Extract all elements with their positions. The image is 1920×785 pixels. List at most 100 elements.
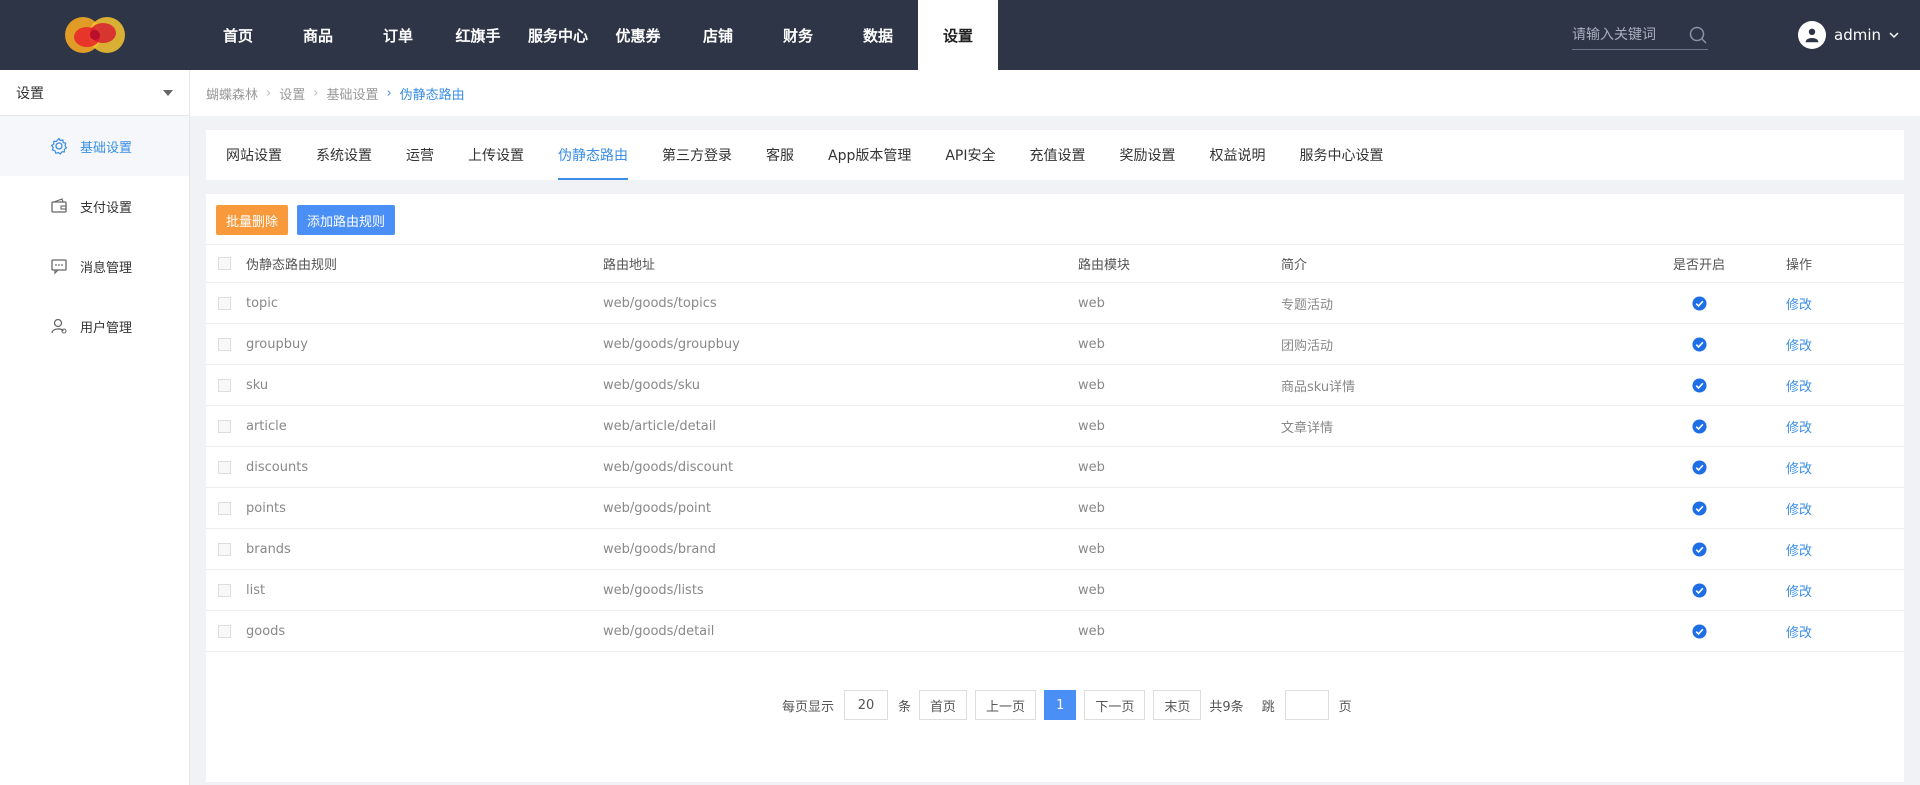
breadcrumb: 蝴蝶森林 › 设置 › 基础设置 › 伪静态路由 xyxy=(190,70,1920,116)
nav-item-4[interactable]: 服务中心 xyxy=(518,0,598,70)
check-circle-icon[interactable] xyxy=(1691,336,1707,352)
check-circle-icon[interactable] xyxy=(1691,582,1707,598)
row-checkbox[interactable] xyxy=(218,378,231,392)
chevron-down-icon xyxy=(1889,32,1899,39)
cell-rule: goods xyxy=(246,623,286,639)
tab-10[interactable]: 奖励设置 xyxy=(1120,130,1176,180)
cell-address: web/goods/lists xyxy=(603,582,704,598)
edit-link[interactable]: 修改 xyxy=(1786,585,1812,600)
logo[interactable] xyxy=(0,0,190,70)
row-checkbox[interactable] xyxy=(218,624,231,638)
row-checkbox[interactable] xyxy=(218,542,231,556)
cell-module: web xyxy=(1078,418,1105,434)
tab-1[interactable]: 系统设置 xyxy=(316,130,372,180)
cell-description xyxy=(1281,488,1634,529)
nav-item-9[interactable]: 设置 xyxy=(918,0,998,70)
check-circle-icon[interactable] xyxy=(1691,377,1707,393)
tab-4[interactable]: 伪静态路由 xyxy=(558,130,628,180)
nav-item-2[interactable]: 订单 xyxy=(358,0,438,70)
cell-enabled xyxy=(1634,488,1764,529)
sidebar-item-1[interactable]: 支付设置 xyxy=(0,176,189,236)
sidebar-select[interactable]: 设置 xyxy=(0,70,189,116)
message-icon xyxy=(51,259,67,275)
breadcrumb-item-2[interactable]: 基础设置 xyxy=(326,84,378,103)
sidebar-item-3[interactable]: 用户管理 xyxy=(0,296,189,356)
tab-8[interactable]: API安全 xyxy=(945,130,995,180)
edit-link[interactable]: 修改 xyxy=(1786,462,1812,477)
row-checkbox[interactable] xyxy=(218,460,231,474)
nav-item-0[interactable]: 首页 xyxy=(198,0,278,70)
check-circle-icon[interactable] xyxy=(1691,295,1707,311)
tab-0[interactable]: 网站设置 xyxy=(226,130,282,180)
tab-11[interactable]: 权益说明 xyxy=(1210,130,1266,180)
last-page-button[interactable]: 末页 xyxy=(1153,690,1202,720)
current-page-button[interactable]: 1 xyxy=(1044,690,1077,720)
check-circle-icon[interactable] xyxy=(1691,459,1707,475)
next-page-button[interactable]: 下一页 xyxy=(1084,690,1146,720)
table-row: list web/goods/lists web 修改 xyxy=(206,570,1904,611)
header-rule: 伪静态路由规则 xyxy=(246,258,338,273)
row-checkbox[interactable] xyxy=(218,419,231,433)
row-checkbox[interactable] xyxy=(218,583,231,597)
tab-12[interactable]: 服务中心设置 xyxy=(1300,130,1384,180)
nav-item-1[interactable]: 商品 xyxy=(278,0,358,70)
cell-rule: sku xyxy=(246,377,269,393)
gear-icon xyxy=(50,137,68,155)
check-circle-icon[interactable] xyxy=(1691,418,1707,434)
header-description: 简介 xyxy=(1281,258,1308,273)
tab-7[interactable]: App版本管理 xyxy=(828,130,911,180)
search-icon[interactable] xyxy=(1688,25,1708,45)
caret-down-icon xyxy=(163,89,173,96)
search-input[interactable] xyxy=(1572,26,1682,43)
edit-link[interactable]: 修改 xyxy=(1786,544,1812,559)
nav-item-5[interactable]: 优惠券 xyxy=(598,0,678,70)
tab-2[interactable]: 运营 xyxy=(406,130,434,180)
check-circle-icon[interactable] xyxy=(1691,500,1707,516)
batch-delete-button[interactable]: 批量删除 xyxy=(216,205,289,235)
first-page-button[interactable]: 首页 xyxy=(919,690,968,720)
edit-link[interactable]: 修改 xyxy=(1786,298,1812,313)
per-page-unit: 条 xyxy=(898,699,912,715)
edit-link[interactable]: 修改 xyxy=(1786,339,1812,354)
prev-page-button[interactable]: 上一页 xyxy=(975,690,1037,720)
user-menu[interactable]: admin xyxy=(1798,20,1899,50)
tab-6[interactable]: 客服 xyxy=(766,130,794,180)
breadcrumb-item-0[interactable]: 蝴蝶森林 xyxy=(206,84,258,103)
edit-link[interactable]: 修改 xyxy=(1786,380,1812,395)
sidebar-item-2[interactable]: 消息管理 xyxy=(0,236,189,296)
table-row: groupbuy web/goods/groupbuy web 团购活动 修改 xyxy=(206,324,1904,365)
cell-module: web xyxy=(1078,377,1105,393)
cell-address: web/goods/topics xyxy=(603,295,717,311)
header-address: 路由地址 xyxy=(603,258,656,273)
select-all-checkbox[interactable] xyxy=(218,257,231,270)
breadcrumb-item-1[interactable]: 设置 xyxy=(279,84,305,103)
nav-item-6[interactable]: 店铺 xyxy=(678,0,758,70)
nav-item-7[interactable]: 财务 xyxy=(758,0,838,70)
nav-item-8[interactable]: 数据 xyxy=(838,0,918,70)
per-page-input[interactable] xyxy=(844,690,889,720)
table-row: brands web/goods/brand web 修改 xyxy=(206,529,1904,570)
check-circle-icon[interactable] xyxy=(1691,541,1707,557)
row-checkbox[interactable] xyxy=(218,501,231,515)
add-route-rule-button[interactable]: 添加路由规则 xyxy=(297,205,396,235)
tab-3[interactable]: 上传设置 xyxy=(468,130,524,180)
content-card: 批量删除 添加路由规则 伪静态路由规则 路由地址 路由模块 简介 是否开启 操作… xyxy=(206,194,1904,782)
nav-item-3[interactable]: 红旗手 xyxy=(438,0,518,70)
edit-link[interactable]: 修改 xyxy=(1786,421,1812,436)
sidebar-item-0[interactable]: 基础设置 xyxy=(0,116,189,176)
route-rules-table: 伪静态路由规则 路由地址 路由模块 简介 是否开启 操作 topic web/go… xyxy=(206,244,1904,652)
row-checkbox[interactable] xyxy=(218,337,231,351)
cell-description xyxy=(1281,611,1634,652)
sidebar: 设置 基础设置 支付设置 消息管理 用户管理 xyxy=(0,70,190,785)
edit-link[interactable]: 修改 xyxy=(1786,503,1812,518)
jump-page-input[interactable] xyxy=(1284,690,1329,720)
row-checkbox[interactable] xyxy=(218,296,231,310)
cell-description: 商品sku详情 xyxy=(1281,379,1356,395)
pagination: 每页显示 条 首页 上一页 1 下一页 末页 共9条 跳 页 xyxy=(778,690,1356,720)
tab-9[interactable]: 充值设置 xyxy=(1030,130,1086,180)
edit-link[interactable]: 修改 xyxy=(1786,626,1812,641)
header-enabled: 是否开启 xyxy=(1672,258,1725,273)
check-circle-icon[interactable] xyxy=(1691,623,1707,639)
tab-5[interactable]: 第三方登录 xyxy=(662,130,732,180)
username: admin xyxy=(1834,26,1881,44)
